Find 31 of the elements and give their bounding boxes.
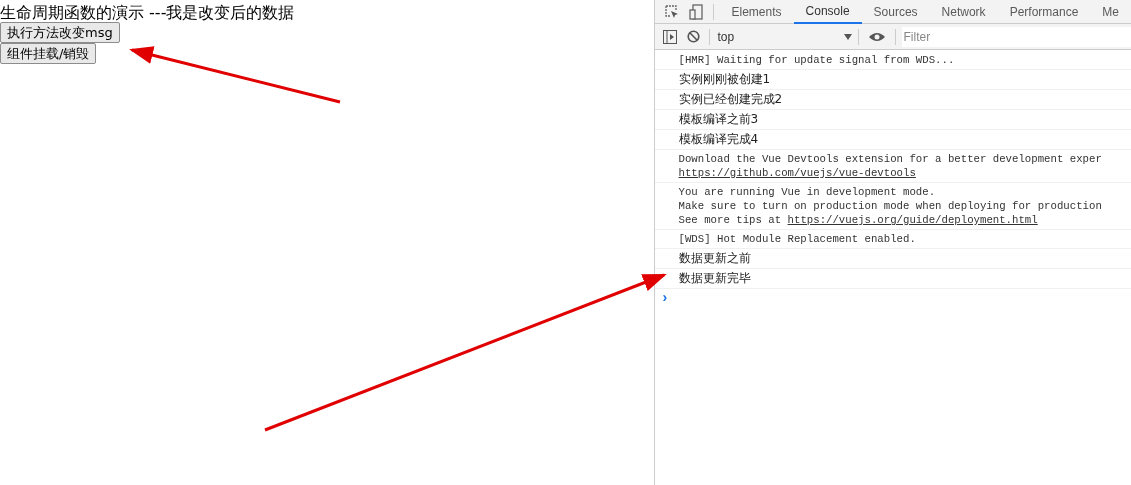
- inspect-icon[interactable]: [664, 4, 679, 19]
- log-text: 模板编译完成4: [678, 132, 760, 147]
- log-text: 实例已经创建完成2: [678, 92, 784, 107]
- context-select[interactable]: top: [717, 27, 858, 46]
- log-link[interactable]: https://vuejs.org/guide/deployment.html: [787, 214, 1038, 226]
- log-text: You are running Vue in development mode.: [678, 185, 937, 199]
- sidebar-toggle-icon[interactable]: [662, 29, 677, 44]
- filter-field[interactable]: Filter: [901, 26, 1131, 47]
- device-icon[interactable]: [688, 3, 703, 20]
- log-text: 模板编译之前3: [678, 112, 760, 127]
- log-text: Download the Vue Devtools extension for a better development exper: [678, 152, 1103, 166]
- log-text: Make sure to turn on production mode when deploying for production: [678, 199, 1103, 213]
- eye-icon[interactable]: [868, 31, 885, 42]
- log-text: See more tips at: [678, 214, 782, 226]
- devtools-tab[interactable]: Network: [929, 0, 998, 24]
- log-text: 实例刚刚被创建1: [678, 72, 772, 87]
- console-prompt[interactable]: ›: [654, 289, 1131, 305]
- log-link[interactable]: https://github.com/vuejs/vue-devtools: [678, 167, 916, 179]
- devtools-tab[interactable]: Elements: [719, 0, 794, 24]
- log-text: 数据更新之前: [678, 251, 752, 266]
- page-heading: 生命周期函数的演示 ---我是改变后的数据: [0, 2, 295, 22]
- log-text: [WDS] Hot Module Replacement enabled.: [678, 232, 917, 246]
- devtools-tab[interactable]: Performance: [997, 0, 1091, 24]
- devtools-tab[interactable]: Me: [1090, 0, 1131, 24]
- devtools-tab[interactable]: Sources: [861, 0, 930, 24]
- log-text: [HMR] Waiting for update signal from WDS...: [678, 53, 956, 67]
- action-button[interactable]: 组件挂载/销毁: [0, 43, 97, 64]
- dropdown-icon: [843, 33, 852, 40]
- action-button[interactable]: 执行方法改变msg: [0, 22, 120, 43]
- log-text: 数据更新完毕: [678, 271, 752, 286]
- clear-icon[interactable]: [686, 30, 700, 43]
